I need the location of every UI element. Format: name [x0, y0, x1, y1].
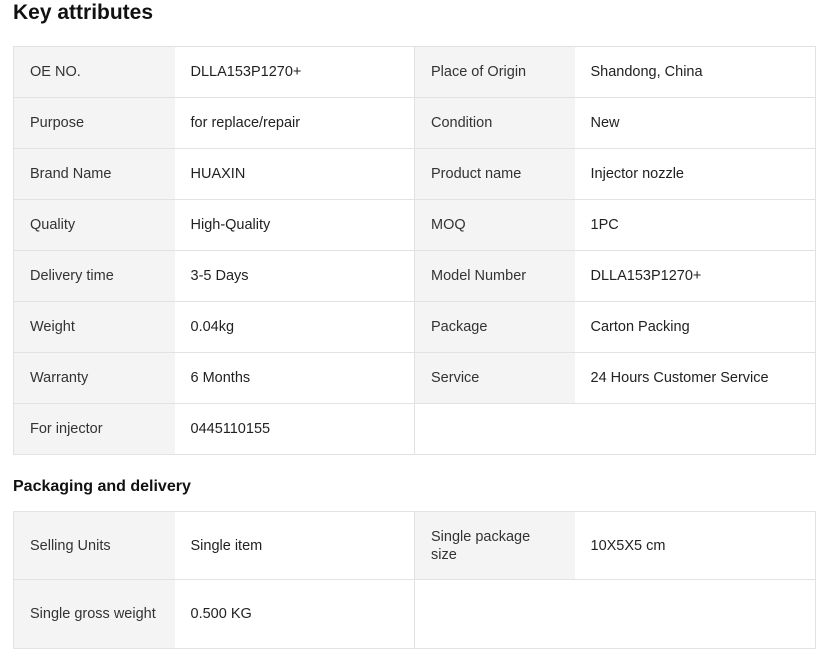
- attribute-label: For injector: [13, 403, 175, 455]
- attribute-value: 0.500 KG: [174, 579, 415, 649]
- table-row: Delivery time 3-5 Days Model Number DLLA…: [13, 250, 816, 302]
- empty-cell: [414, 403, 575, 455]
- attribute-label: Quality: [13, 199, 175, 251]
- attribute-value: 1PC: [574, 199, 816, 251]
- attribute-label: MOQ: [414, 199, 575, 251]
- attribute-value: 0.04kg: [174, 301, 415, 353]
- attribute-value: Injector nozzle: [574, 148, 816, 200]
- empty-cell: [414, 579, 575, 649]
- attribute-label: OE NO.: [13, 46, 175, 98]
- attribute-value: DLLA153P1270+: [574, 250, 816, 302]
- attribute-label: Package: [414, 301, 575, 353]
- empty-cell: [574, 579, 816, 649]
- table-row: Brand Name HUAXIN Product name Injector …: [13, 148, 816, 200]
- attribute-label: Brand Name: [13, 148, 175, 200]
- attribute-value: New: [574, 97, 816, 149]
- key-attributes-table: OE NO. DLLA153P1270+ Place of Origin Sha…: [13, 46, 816, 455]
- attribute-label: Warranty: [13, 352, 175, 404]
- attribute-value: Shandong, China: [574, 46, 816, 98]
- attribute-label: Single gross weight: [13, 579, 175, 649]
- table-row: Purpose for replace/repair Condition New: [13, 97, 816, 149]
- empty-cell: [574, 403, 816, 455]
- attribute-value: Carton Packing: [574, 301, 816, 353]
- key-attributes-heading: Key attributes: [13, 1, 154, 24]
- attribute-label: Place of Origin: [414, 46, 575, 98]
- attribute-label: Model Number: [414, 250, 575, 302]
- table-row: Selling Units Single item Single package…: [13, 511, 816, 580]
- attribute-label: Service: [414, 352, 575, 404]
- attribute-value: Single item: [174, 511, 415, 580]
- attribute-value: DLLA153P1270+: [174, 46, 415, 98]
- attribute-value: 24 Hours Customer Service: [574, 352, 816, 404]
- attribute-value: High-Quality: [174, 199, 415, 251]
- attribute-label: Product name: [414, 148, 575, 200]
- table-row: For injector 0445110155: [13, 403, 816, 455]
- attribute-label: Condition: [414, 97, 575, 149]
- attribute-label: Delivery time: [13, 250, 175, 302]
- attribute-value: HUAXIN: [174, 148, 415, 200]
- attribute-label: Purpose: [13, 97, 175, 149]
- attribute-value: for replace/repair: [174, 97, 415, 149]
- table-row: Warranty 6 Months Service 24 Hours Custo…: [13, 352, 816, 404]
- attribute-value: 3-5 Days: [174, 250, 415, 302]
- attribute-label: Selling Units: [13, 511, 175, 580]
- packaging-heading: Packaging and delivery: [13, 478, 191, 495]
- packaging-table: Selling Units Single item Single package…: [13, 511, 816, 649]
- table-row: Single gross weight 0.500 KG: [13, 579, 816, 649]
- attribute-value: 6 Months: [174, 352, 415, 404]
- attribute-value: 0445110155: [174, 403, 415, 455]
- table-row: Weight 0.04kg Package Carton Packing: [13, 301, 816, 353]
- attribute-value: 10X5X5 cm: [574, 511, 816, 580]
- attribute-label: Weight: [13, 301, 175, 353]
- table-row: Quality High-Quality MOQ 1PC: [13, 199, 816, 251]
- attribute-label: Single package size: [414, 511, 575, 580]
- table-row: OE NO. DLLA153P1270+ Place of Origin Sha…: [13, 46, 816, 98]
